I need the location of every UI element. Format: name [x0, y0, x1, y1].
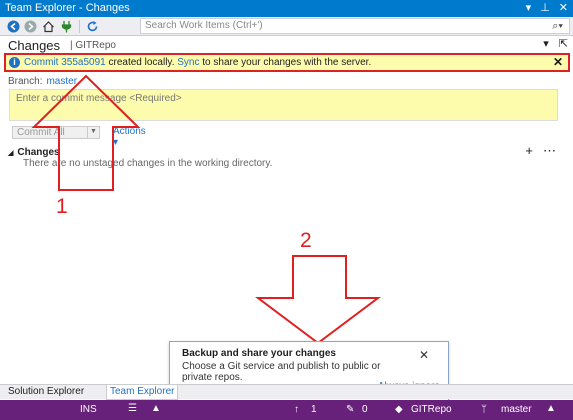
add-icon[interactable]: + — [525, 143, 533, 159]
info-middle: created locally. — [105, 57, 178, 68]
branch-label: Branch: — [8, 76, 43, 87]
undock-icon[interactable]: ⇱ — [559, 37, 568, 50]
commit-link[interactable]: 355a5091 — [61, 57, 106, 68]
collapse-triangle-icon[interactable]: ◢ — [8, 150, 13, 157]
pin-icon[interactable]: ⊥ — [540, 0, 550, 17]
push-count[interactable]: 1 — [311, 404, 317, 415]
commit-all-label: Commit All — [17, 127, 65, 138]
title-bar: Team Explorer - Changes ▾ ⊥ ✕ — [0, 0, 573, 17]
window-title: Team Explorer - Changes — [5, 2, 130, 14]
search-icon[interactable]: ⌕▾ — [552, 19, 563, 33]
commit-placeholder: Enter a commit message <Required> — [16, 93, 182, 104]
branch-icon: ᛘ — [481, 404, 487, 415]
git-repo-icon: ◆ — [395, 404, 403, 415]
chevron-down-icon: ▾ — [113, 137, 119, 148]
commit-message-input[interactable]: Enter a commit message <Required> — [9, 89, 558, 121]
push-arrow-icon[interactable]: ↑ — [294, 404, 299, 415]
home-icon[interactable] — [41, 19, 56, 34]
branch-link[interactable]: master — [46, 76, 77, 87]
toolbar-separator — [79, 20, 80, 33]
search-placeholder: Search Work Items (Ctrl+') — [145, 20, 263, 31]
tab-solution-explorer[interactable]: Solution Explorer — [5, 385, 87, 400]
page-title[interactable]: Changes — [8, 38, 60, 53]
branch-status[interactable]: master — [501, 404, 532, 415]
more-icon[interactable]: ⋯ — [543, 143, 556, 159]
annotation-arrow-down — [255, 255, 381, 345]
changes-heading: Changes — [17, 147, 60, 158]
annotation-label-2: 2 — [300, 229, 312, 252]
sync-link[interactable]: Sync — [177, 57, 199, 68]
repo-status[interactable]: GITRepo — [411, 404, 452, 415]
branch-up-caret-icon[interactable]: ▲ — [546, 403, 556, 414]
dropdown-icon[interactable]: ▾ — [526, 0, 532, 17]
info-icon: i — [9, 57, 20, 68]
status-bar: INS ☰ ▲ ↑ 1 ✎ 0 ◆ GITRepo ᛘ master ▲ — [0, 400, 573, 420]
popup-close-icon[interactable]: ✕ — [419, 348, 429, 362]
branch-row: Branch: master — [8, 76, 77, 87]
repo-name: | GITRepo — [70, 40, 116, 51]
connect-icon[interactable] — [59, 19, 74, 34]
search-input[interactable]: Search Work Items (Ctrl+') ⌕▾ — [140, 18, 570, 34]
ins-indicator: INS — [80, 404, 97, 415]
up-caret-icon[interactable]: ▲ — [151, 403, 161, 414]
popup-title: Backup and share your changes — [182, 348, 336, 359]
refresh-icon[interactable] — [85, 19, 100, 34]
commit-dropdown-icon[interactable]: ▼ — [87, 126, 99, 139]
bottom-tab-strip: Solution Explorer Team Explorer — [0, 384, 573, 400]
close-icon[interactable]: ✕ — [559, 0, 568, 17]
tab-team-explorer[interactable]: Team Explorer — [106, 385, 179, 400]
header-dropdown-icon[interactable]: ▾ — [543, 37, 549, 50]
popup-body: Choose a Git service and publish to publ… — [182, 361, 381, 383]
forward-icon[interactable] — [23, 19, 38, 34]
annotation-label-1: 1 — [56, 195, 68, 218]
actions-label: Actions — [113, 126, 146, 137]
toolbar: Search Work Items (Ctrl+') ⌕▾ — [0, 17, 573, 36]
commit-all-button[interactable]: Commit All ▼ — [12, 126, 100, 139]
back-icon[interactable] — [6, 19, 21, 34]
no-changes-message: There are no unstaged changes in the wor… — [23, 158, 273, 169]
page-header: Changes | GITRepo ▾ ⇱ — [0, 36, 573, 53]
info-close-icon[interactable]: ✕ — [553, 55, 563, 70]
info-suffix: to share your changes with the server. — [199, 57, 372, 68]
actions-menu[interactable]: Actions ▾ — [113, 126, 146, 148]
list-icon[interactable]: ☰ — [128, 403, 137, 414]
info-prefix: Commit — [24, 57, 62, 68]
pencil-icon[interactable]: ✎ — [346, 404, 354, 415]
changes-section-header[interactable]: ◢ Changes — [8, 147, 60, 158]
info-bar: i Commit 355a5091 created locally. Sync … — [4, 53, 570, 72]
pending-count[interactable]: 0 — [362, 404, 368, 415]
